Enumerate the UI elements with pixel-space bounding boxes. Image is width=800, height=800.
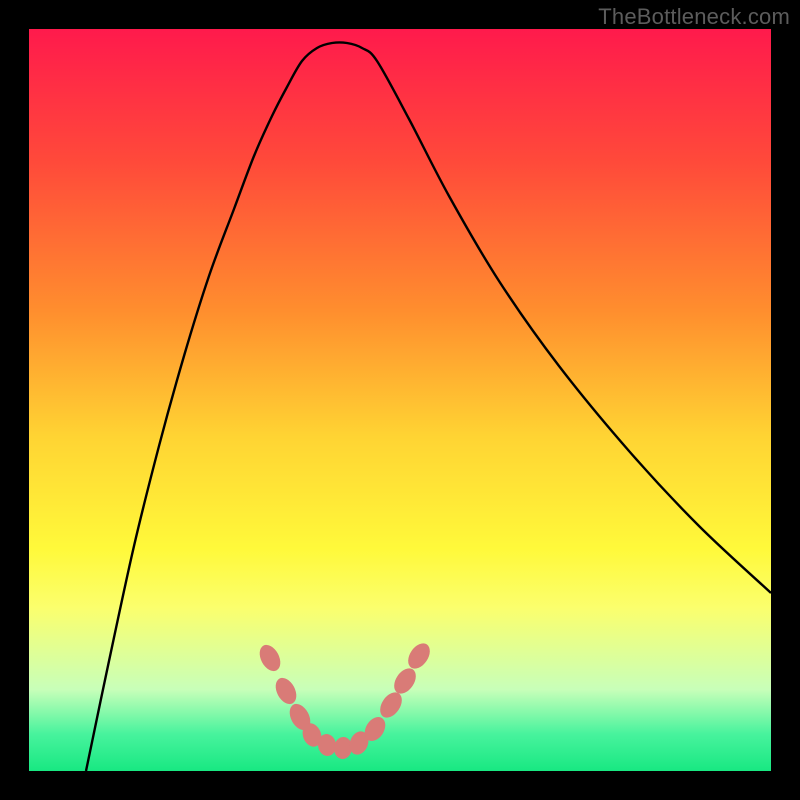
chart-frame: TheBottleneck.com bbox=[0, 0, 800, 800]
marker-dot bbox=[404, 639, 435, 672]
marker-dot bbox=[255, 641, 284, 674]
plot-area bbox=[29, 29, 771, 771]
bottleneck-curve bbox=[86, 42, 771, 771]
watermark-text: TheBottleneck.com bbox=[598, 4, 790, 30]
marker-dot bbox=[271, 674, 300, 707]
marker-group bbox=[255, 639, 434, 760]
curve-svg bbox=[29, 29, 771, 771]
